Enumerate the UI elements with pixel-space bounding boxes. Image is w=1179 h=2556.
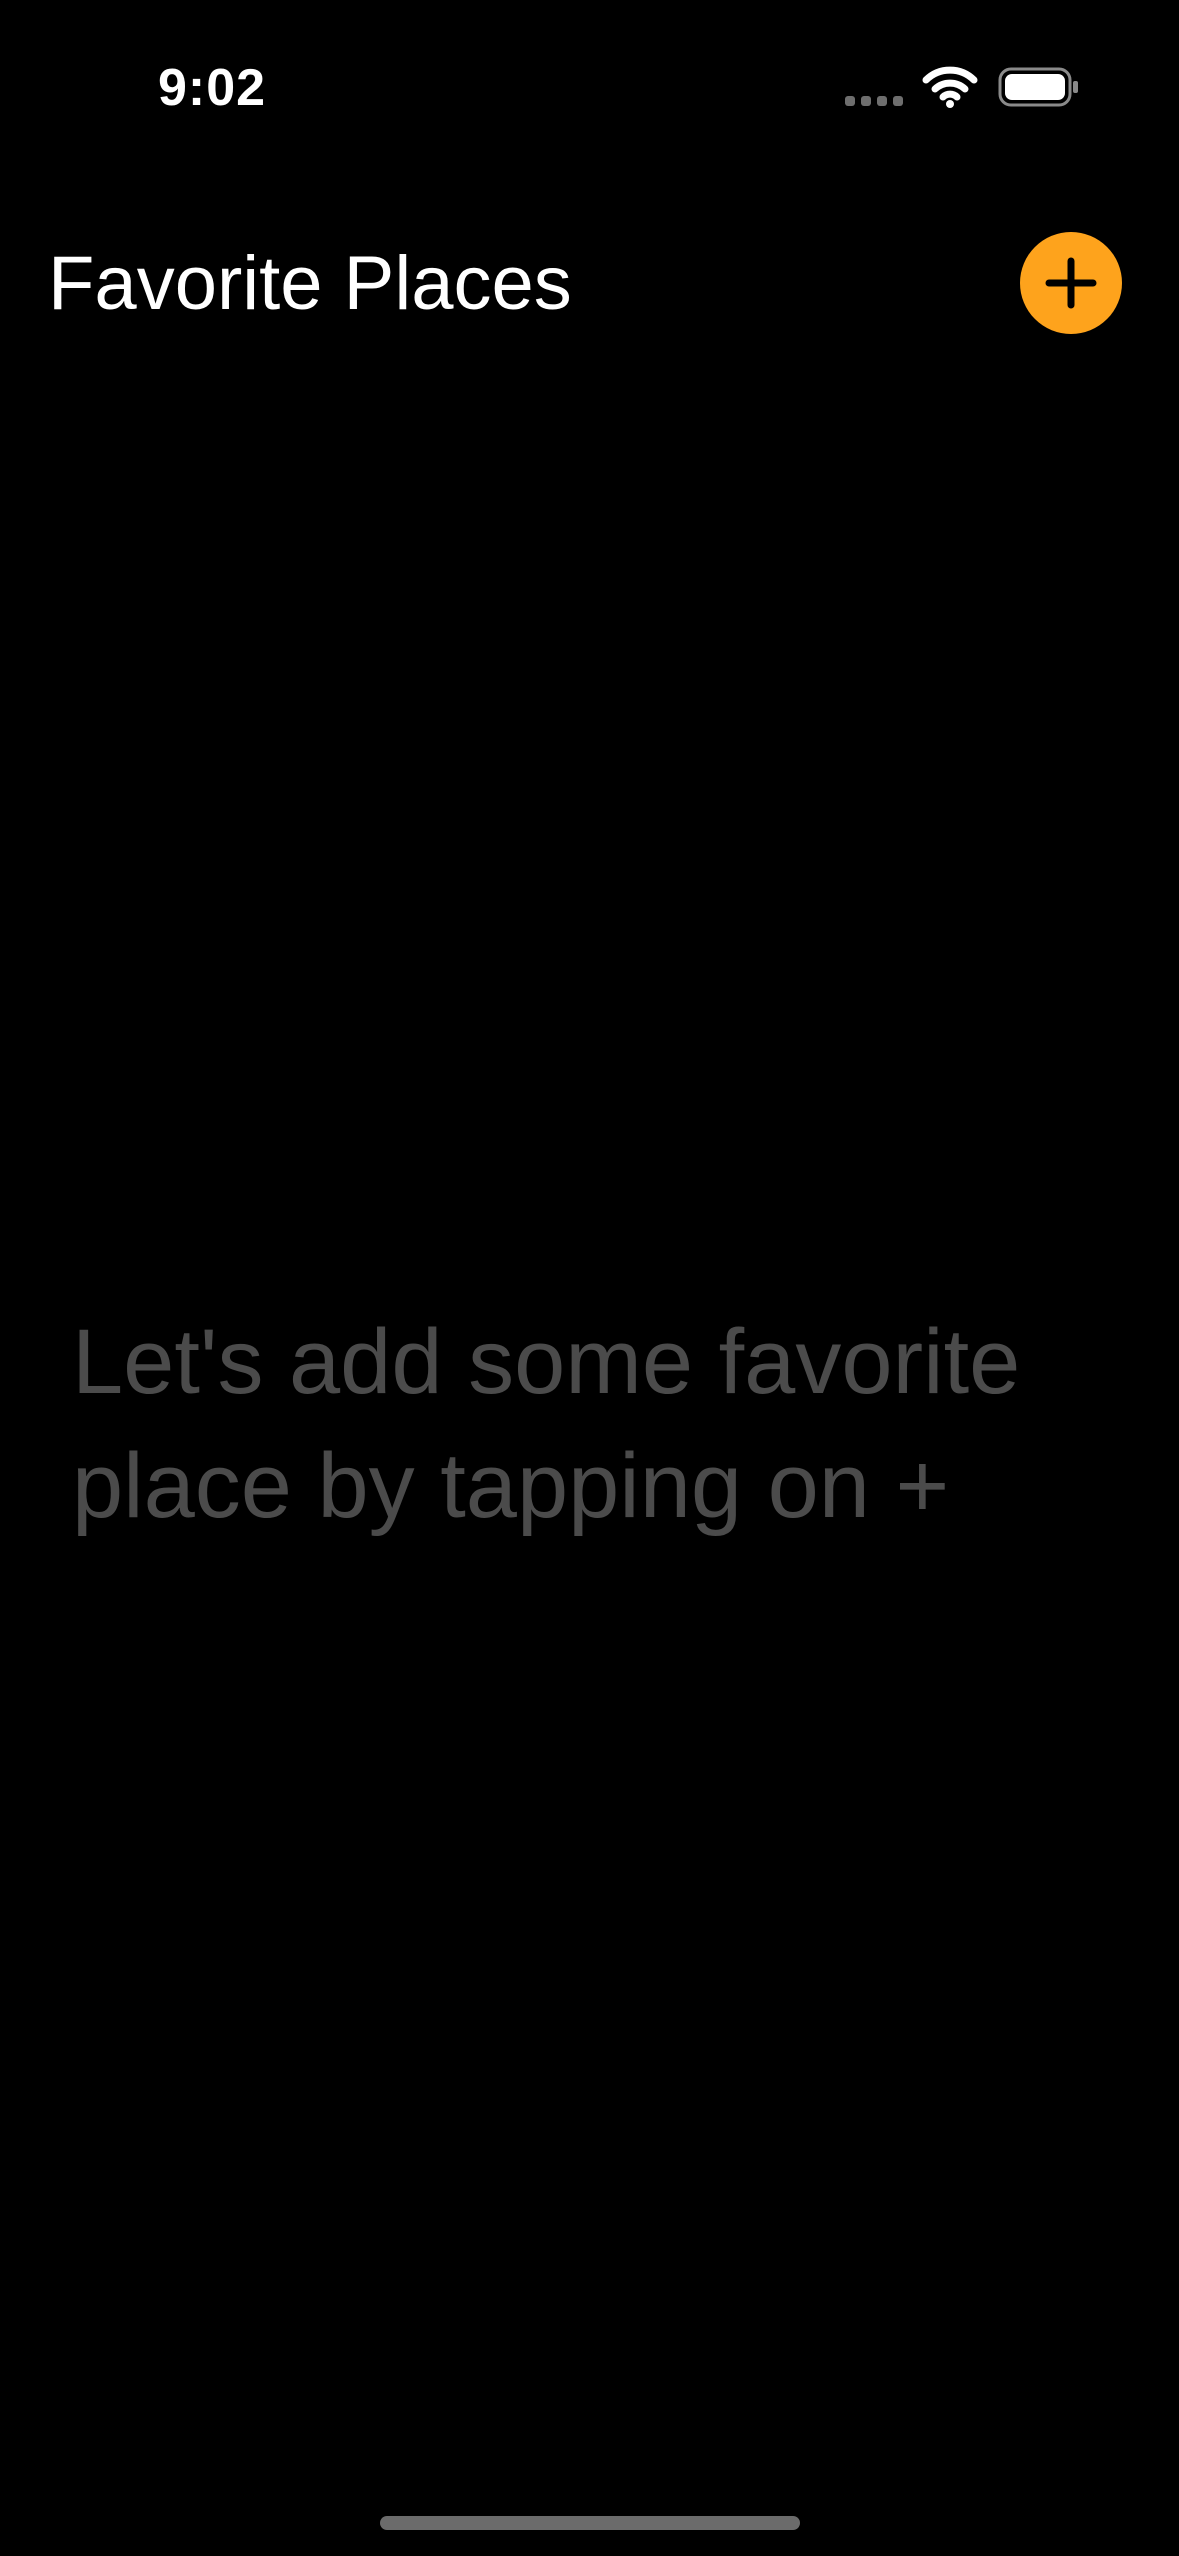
page-title: Favorite Places [48, 241, 572, 326]
status-time: 9:02 [158, 59, 267, 117]
battery-icon [998, 67, 1078, 107]
empty-state-message: Let's add some favorite place by tapping… [72, 1311, 1021, 1537]
plus-icon [1045, 257, 1097, 309]
home-indicator[interactable] [380, 2516, 800, 2530]
signal-dots-icon [845, 96, 903, 106]
status-bar: 9:02 [0, 0, 1179, 150]
navigation-bar: Favorite Places [0, 220, 1179, 350]
wifi-icon [922, 66, 978, 108]
add-place-button[interactable] [1020, 232, 1122, 334]
